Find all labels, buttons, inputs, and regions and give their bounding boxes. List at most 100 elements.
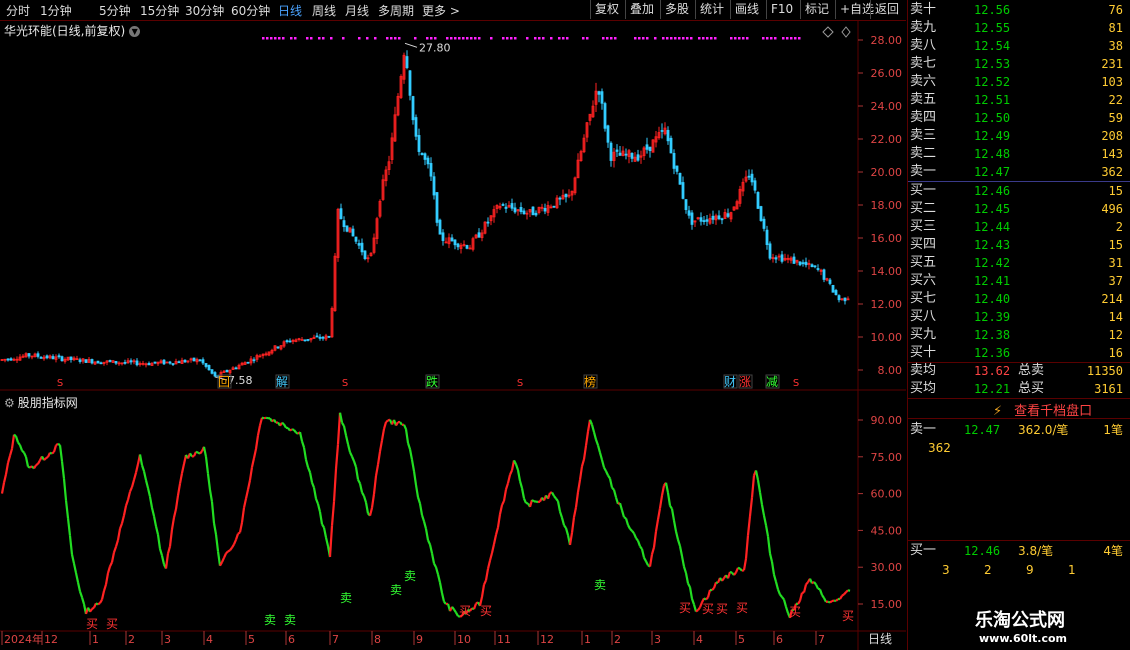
draw-line-button[interactable]: 画线 — [730, 0, 763, 19]
indicator-segment — [623, 516, 627, 520]
ask-row[interactable]: 卖十 12.56 76 — [908, 1, 1130, 19]
candle-body — [441, 232, 445, 241]
back-button[interactable]: 返回 — [870, 0, 903, 19]
ask-row[interactable]: 卖二 12.48 143 — [908, 145, 1130, 163]
ask-row[interactable]: 卖一 12.47 362 — [908, 163, 1130, 181]
period-tab[interactable]: 多周期 — [378, 2, 414, 19]
period-tab[interactable]: 月线 — [345, 2, 369, 19]
stats-button[interactable]: 统计 — [695, 0, 728, 19]
avg-ask-row: 卖均 13.62 总卖 11350 — [908, 362, 1130, 380]
bid-row[interactable]: 买十 12.36 16 — [908, 344, 1130, 362]
event-marker[interactable]: S — [517, 378, 523, 389]
date-label: 2 — [128, 633, 135, 646]
multi-stock-button[interactable]: 多股 — [660, 0, 693, 19]
period-tab[interactable]: 30分钟 — [185, 2, 224, 19]
event-marker[interactable]: 跌 — [426, 374, 438, 389]
bid-volume: 37 — [1108, 274, 1123, 288]
diamond-icon[interactable] — [841, 26, 851, 38]
indicator-segment — [443, 600, 447, 605]
ask-row[interactable]: 卖四 12.50 59 — [908, 109, 1130, 127]
signal-dot — [398, 37, 401, 40]
indicator-segment — [180, 463, 186, 474]
kline-chart[interactable]: 28.0026.0024.0022.0020.0018.0016.0014.00… — [0, 20, 906, 650]
mark-button[interactable]: 标记 — [800, 0, 833, 19]
indicator-axis-label: 60.00 — [871, 488, 903, 501]
bid-row[interactable]: 买九 12.38 12 — [908, 326, 1130, 344]
signal-dot — [270, 37, 273, 40]
restore-rights-button[interactable]: 复权 — [590, 0, 623, 19]
event-marker[interactable]: S — [342, 378, 348, 389]
bid-row[interactable]: 买七 12.40 214 — [908, 290, 1130, 308]
watermark-title: 乐淘公式网 — [975, 610, 1065, 631]
indicator-segment — [558, 511, 564, 519]
chevron-down-icon[interactable]: ▼ — [129, 26, 141, 37]
bid-label: 买八 — [910, 309, 937, 324]
signal-dot — [614, 37, 617, 40]
event-marker[interactable]: S — [793, 378, 799, 389]
indicator-segment — [551, 491, 555, 497]
period-tab[interactable]: 15分钟 — [140, 2, 179, 19]
indicator-segment — [496, 514, 502, 528]
ask-volume: 22 — [1108, 93, 1123, 107]
f10-button[interactable]: F10 — [766, 0, 797, 19]
bid-price: 12.38 — [974, 328, 1011, 342]
indicator-segment — [231, 543, 235, 549]
indicator-segment — [574, 491, 580, 508]
candle-body — [834, 290, 838, 296]
indicator-segment — [603, 466, 607, 472]
signal-dot — [430, 37, 433, 40]
indicator-segment — [202, 446, 208, 458]
ask-row[interactable]: 卖三 12.49 208 — [908, 127, 1130, 145]
gear-icon[interactable]: ⚙ — [4, 396, 15, 410]
candle-body — [96, 360, 100, 364]
indicator-segment — [112, 546, 118, 553]
indicator-segment — [166, 546, 172, 554]
period-tab[interactable]: 周线 — [312, 2, 336, 19]
signal-dot — [562, 37, 565, 40]
event-marker[interactable]: S — [57, 378, 63, 389]
more-periods[interactable]: 更多 > — [422, 2, 460, 19]
stock-title: 华光环能(日线,前复权) ▼ — [4, 22, 141, 39]
ask-price: 12.50 — [974, 111, 1011, 125]
indicator-segment — [146, 487, 152, 497]
period-tab[interactable]: 分时 — [6, 2, 30, 19]
ask-row[interactable]: 卖八 12.54 38 — [908, 37, 1130, 55]
bid-row[interactable]: 买一 12.46 15 — [908, 182, 1130, 200]
ask1-order: 362 — [928, 441, 951, 455]
bid-row[interactable]: 买四 12.43 15 — [908, 236, 1130, 254]
indicator-segment — [189, 452, 193, 458]
ask-row[interactable]: 卖九 12.55 81 — [908, 19, 1130, 37]
bid-row[interactable]: 买六 12.41 37 — [908, 272, 1130, 290]
event-marker[interactable]: 减 — [766, 375, 778, 389]
event-marker[interactable]: 涨 — [739, 374, 751, 389]
event-marker[interactable]: 回 — [218, 375, 230, 389]
overlay-button[interactable]: 叠加 — [625, 0, 658, 19]
signal-dot — [386, 37, 389, 40]
period-tab-active[interactable]: 日线 — [278, 2, 302, 19]
ask-row[interactable]: 卖七 12.53 231 — [908, 55, 1130, 73]
event-marker[interactable]: 榜 — [584, 374, 596, 389]
indicator-segment — [821, 594, 825, 599]
event-marker[interactable]: 解 — [276, 375, 288, 389]
bid-row[interactable]: 买三 12.44 2 — [908, 218, 1130, 236]
period-tab[interactable]: 5分钟 — [99, 2, 131, 19]
bid-row[interactable]: 买二 12.45 496 — [908, 200, 1130, 218]
event-marker[interactable]: 财 — [724, 375, 736, 389]
period-tab[interactable]: 1分钟 — [40, 2, 72, 19]
diamond-icon[interactable] — [822, 26, 834, 38]
ask-label: 卖十 — [910, 2, 937, 17]
total-ask: 11350 — [1086, 364, 1123, 378]
indicator-segment — [436, 574, 442, 583]
candle-body — [804, 261, 808, 266]
bid-row[interactable]: 买八 12.39 14 — [908, 308, 1130, 326]
candle-body — [558, 197, 562, 200]
candle-body — [618, 152, 622, 156]
bid-row[interactable]: 买五 12.42 31 — [908, 254, 1130, 272]
ask-row[interactable]: 卖六 12.52 103 — [908, 73, 1130, 91]
ask-row[interactable]: 卖五 12.51 22 — [908, 91, 1130, 109]
candle-body — [456, 243, 460, 248]
period-tab[interactable]: 60分钟 — [231, 2, 270, 19]
indicator-segment — [304, 459, 310, 468]
indicator-segment — [680, 555, 686, 567]
depth-button[interactable]: ⚡ 查看千档盘口 — [993, 400, 1092, 419]
